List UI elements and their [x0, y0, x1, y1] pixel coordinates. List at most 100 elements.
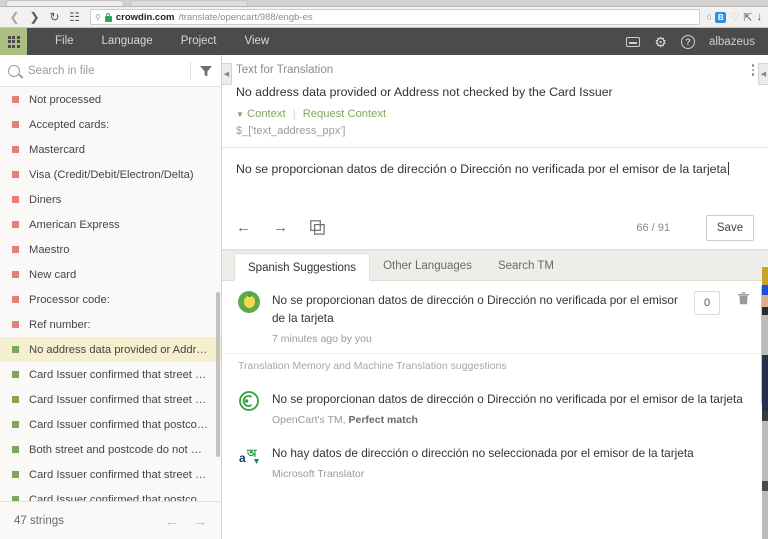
sidebar-footer: 47 strings ← →: [0, 501, 221, 539]
list-item[interactable]: Card Issuer confirmed that postcode ...: [0, 487, 221, 501]
browser-toolbar: ❮ ❯ ↻ ☷ ⚲ crowdin.com/translate/opencart…: [0, 7, 768, 28]
menu-item-project[interactable]: Project: [167, 28, 231, 55]
tab-other-languages[interactable]: Other Languages: [370, 252, 485, 280]
forward-arrow-icon[interactable]: ❯: [26, 9, 43, 26]
list-item[interactable]: Card Issuer confirmed that street and...: [0, 362, 221, 387]
vote-count[interactable]: 0: [694, 291, 720, 315]
tm-suggestion-item[interactable]: No se proporcionan datos de dirección o …: [222, 380, 768, 434]
list-item[interactable]: Both street and postcode do not mat...: [0, 437, 221, 462]
target-panel: No se proporcionan datos de dirección o …: [222, 148, 768, 250]
extension-icon[interactable]: B: [715, 11, 727, 23]
menu-item-file[interactable]: File: [41, 28, 88, 55]
keyboard-icon[interactable]: [626, 36, 641, 47]
list-item-selected[interactable]: No address data provided or Address...: [0, 337, 221, 362]
status-square-icon: [12, 421, 19, 428]
status-square-icon: [12, 346, 19, 353]
suggestion-content: No se proporcionan datos de dirección o …: [272, 291, 682, 345]
trash-icon[interactable]: [732, 291, 754, 308]
address-bar[interactable]: ⚲ crowdin.com/translate/opencart/988/eng…: [90, 9, 700, 25]
reload-icon[interactable]: ↻: [46, 9, 63, 26]
translation-main: Text for Translation No address data pro…: [222, 55, 768, 539]
suggestions-panel: Spanish Suggestions Other Languages Sear…: [222, 250, 768, 539]
gear-icon[interactable]: ⚙: [654, 35, 667, 49]
status-square-icon: [12, 396, 19, 403]
list-item-label: Card Issuer confirmed that street ma...: [29, 393, 211, 406]
save-button[interactable]: Save: [706, 214, 754, 241]
filter-funnel-icon[interactable]: [199, 64, 213, 78]
menu-item-view[interactable]: View: [231, 28, 284, 55]
list-item[interactable]: American Express: [0, 212, 221, 237]
search-input[interactable]: [28, 64, 182, 77]
list-item[interactable]: New card: [0, 262, 221, 287]
list-item-label: Card Issuer confirmed that postcode ...: [29, 418, 211, 431]
collapse-right-icon[interactable]: ◀: [758, 63, 768, 85]
user-name[interactable]: albazeus: [709, 36, 755, 48]
list-item-label: Ref number:: [29, 318, 91, 331]
status-square-icon: [12, 446, 19, 453]
suggestions-body: No se proporcionan datos de dirección o …: [222, 281, 768, 539]
arrow-left-icon[interactable]: ←: [236, 220, 251, 235]
request-context-link[interactable]: Request Context: [303, 108, 386, 120]
apps-grid-icon[interactable]: [0, 28, 27, 55]
divider: [190, 61, 191, 80]
status-square-icon: [12, 246, 19, 253]
tab-search-tm[interactable]: Search TM: [485, 252, 567, 280]
list-item[interactable]: Card Issuer confirmed that street ma...: [0, 387, 221, 412]
context-toggle[interactable]: Context: [247, 108, 286, 120]
list-item[interactable]: Card Issuer confirmed that postcode ...: [0, 412, 221, 437]
status-square-icon: [12, 146, 19, 153]
context-key: $_['text_address_ppx']: [236, 125, 346, 137]
suggestion-meta: Microsoft Translator: [272, 468, 365, 480]
arrow-right-icon[interactable]: →: [193, 513, 207, 529]
collapse-left-icon[interactable]: ◀: [222, 63, 232, 85]
help-circle-icon[interactable]: ?: [680, 34, 695, 49]
apps-grid-icon[interactable]: ☷: [66, 9, 83, 26]
copy-source-icon[interactable]: [310, 220, 325, 235]
strings-list[interactable]: Not processed Accepted cards: Mastercard…: [0, 87, 221, 501]
list-item[interactable]: Accepted cards:: [0, 112, 221, 137]
source-panel: Text for Translation No address data pro…: [222, 55, 768, 148]
arrow-right-icon[interactable]: →: [273, 220, 288, 235]
menu-item-language[interactable]: Language: [88, 28, 167, 55]
list-item-label: Diners: [29, 193, 62, 206]
back-arrow-icon[interactable]: ❮: [6, 9, 23, 26]
context-row: ▼ Context | Request Context: [236, 108, 754, 125]
tab-spanish-suggestions[interactable]: Spanish Suggestions: [234, 253, 371, 281]
more-options-icon[interactable]: [751, 64, 754, 76]
status-square-icon: [12, 271, 19, 278]
source-text: No address data provided or Address not …: [236, 85, 613, 99]
app-menu-bar: File Language Project View ⚙ ? albazeus: [0, 28, 768, 55]
list-item[interactable]: Mastercard: [0, 137, 221, 162]
list-item[interactable]: Card Issuer confirmed that street ma...: [0, 462, 221, 487]
list-item[interactable]: Maestro: [0, 237, 221, 262]
browser-tab[interactable]: [6, 0, 124, 6]
mt-suggestion-item[interactable]: a অ No hay datos de dirección o direcció…: [222, 434, 768, 488]
crowdin-tm-icon: [238, 390, 260, 412]
avatar[interactable]: [238, 291, 260, 313]
list-item[interactable]: Diners: [0, 187, 221, 212]
status-square-icon: [12, 171, 19, 178]
list-item-label: Accepted cards:: [29, 118, 110, 131]
app-screen: ❮ ❯ ↻ ☷ ⚲ crowdin.com/translate/opencart…: [0, 0, 768, 539]
workspace: Not processed Accepted cards: Mastercard…: [0, 55, 768, 539]
search-icon: [8, 64, 20, 77]
suggestion-text: No se proporcionan datos de dirección o …: [272, 392, 743, 406]
translation-input[interactable]: No se proporcionan datos de dirección o …: [222, 148, 768, 206]
url-host: crowdin.com: [115, 11, 175, 23]
lock-icon: [104, 12, 112, 22]
list-item[interactable]: Processor code:: [0, 287, 221, 312]
user-suggestion-item[interactable]: No se proporcionan datos de dirección o …: [222, 281, 768, 353]
arrow-left-icon[interactable]: ←: [165, 513, 179, 529]
status-square-icon: [12, 221, 19, 228]
chevron-down-icon[interactable]: ▼: [236, 110, 244, 119]
download-icon[interactable]: ↓: [757, 11, 763, 23]
browser-tab[interactable]: [130, 0, 248, 6]
app-menu-right: ⚙ ? albazeus: [626, 28, 768, 55]
upload-icon[interactable]: ⇱: [743, 11, 752, 24]
list-item[interactable]: Visa (Credit/Debit/Electron/Delta): [0, 162, 221, 187]
heart-outline-icon[interactable]: ♡: [730, 12, 739, 23]
sidebar-scrollbar[interactable]: [216, 292, 220, 457]
extension-badge-count: 0: [706, 12, 712, 22]
list-item[interactable]: Ref number:: [0, 312, 221, 337]
list-item[interactable]: Not processed: [0, 87, 221, 112]
